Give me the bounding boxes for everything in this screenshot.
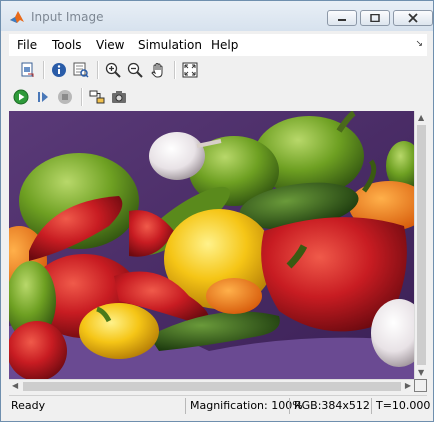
horizontal-scrollbar[interactable]: ◀ ▶ [9,379,414,393]
fit-to-window-button[interactable] [180,60,200,80]
view-toolbar [9,58,427,82]
stop-button[interactable] [55,87,75,107]
menu-view[interactable]: View [96,38,124,52]
menu-tools[interactable]: Tools [52,38,82,52]
minimize-button[interactable] [327,10,357,26]
matlab-logo-icon [10,11,24,23]
magnification-readout: Magnification: 100% [185,398,303,414]
peppers-image [9,111,414,379]
step-forward-icon [38,92,48,102]
print-to-figure-button[interactable] [17,60,37,80]
maximize-button[interactable] [360,10,390,26]
image-viewer-window: Input Image File Tools View Simulation H… [0,0,434,422]
toolbar-separator [174,61,176,79]
snapshot-camera-icon [112,91,126,103]
menu-help[interactable]: Help [211,38,238,52]
stop-icon [58,90,72,104]
simulation-toolbar [9,85,427,109]
run-icon [13,89,29,105]
run-button[interactable] [11,87,31,107]
maximize-icon [370,14,380,22]
scroll-right-icon[interactable]: ▶ [405,381,411,390]
snapshot-button[interactable] [109,87,129,107]
zoom-in-button[interactable] [103,60,123,80]
highlight-in-model-button[interactable] [87,87,107,107]
toolbar-separator [81,88,83,106]
menu-simulation[interactable]: Simulation [138,38,202,52]
vertical-scroll-thumb[interactable] [417,125,426,365]
scroll-left-icon[interactable]: ◀ [12,381,18,390]
zoom-out-button[interactable] [125,60,145,80]
horizontal-scroll-thumb[interactable] [23,382,401,391]
info-icon [52,63,66,77]
simulation-time-readout: T=10.000 [371,398,430,414]
menubar-dock-arrow[interactable]: ↘ [415,39,423,49]
close-button[interactable] [393,10,433,26]
scroll-up-icon[interactable]: ▲ [418,113,424,122]
step-forward-button[interactable] [33,87,53,107]
status-text: Ready [11,399,46,412]
window-title: Input Image [31,10,104,24]
image-info-button[interactable] [49,60,69,80]
image-info-readout: RGB:384x512 [289,398,370,414]
vertical-scrollbar[interactable]: ▲ ▼ [414,111,428,379]
toolbar-separator [97,61,99,79]
close-icon [408,13,418,23]
pan-button[interactable] [148,60,168,80]
pan-hand-icon [151,63,163,78]
menu-file[interactable]: File [17,38,37,52]
zoom-out-icon [127,62,143,78]
fit-to-window-icon [182,62,198,78]
toolbar-separator [43,61,45,79]
print-to-figure-icon [21,62,34,77]
menu-bar: File Tools View Simulation Help ↘ [9,34,427,56]
title-bar[interactable]: Input Image [1,1,433,31]
zoom-in-icon [105,62,121,78]
inspect-pixel-button[interactable] [71,60,91,80]
status-bar: Ready Magnification: 100% RGB:384x512 T=… [9,395,430,416]
highlight-in-model-icon [89,90,105,104]
image-display[interactable] [9,111,414,379]
scrollbar-corner [414,379,427,392]
inspect-pixel-icon [73,62,89,78]
minimize-icon [338,19,346,21]
scroll-down-icon[interactable]: ▼ [418,368,424,377]
